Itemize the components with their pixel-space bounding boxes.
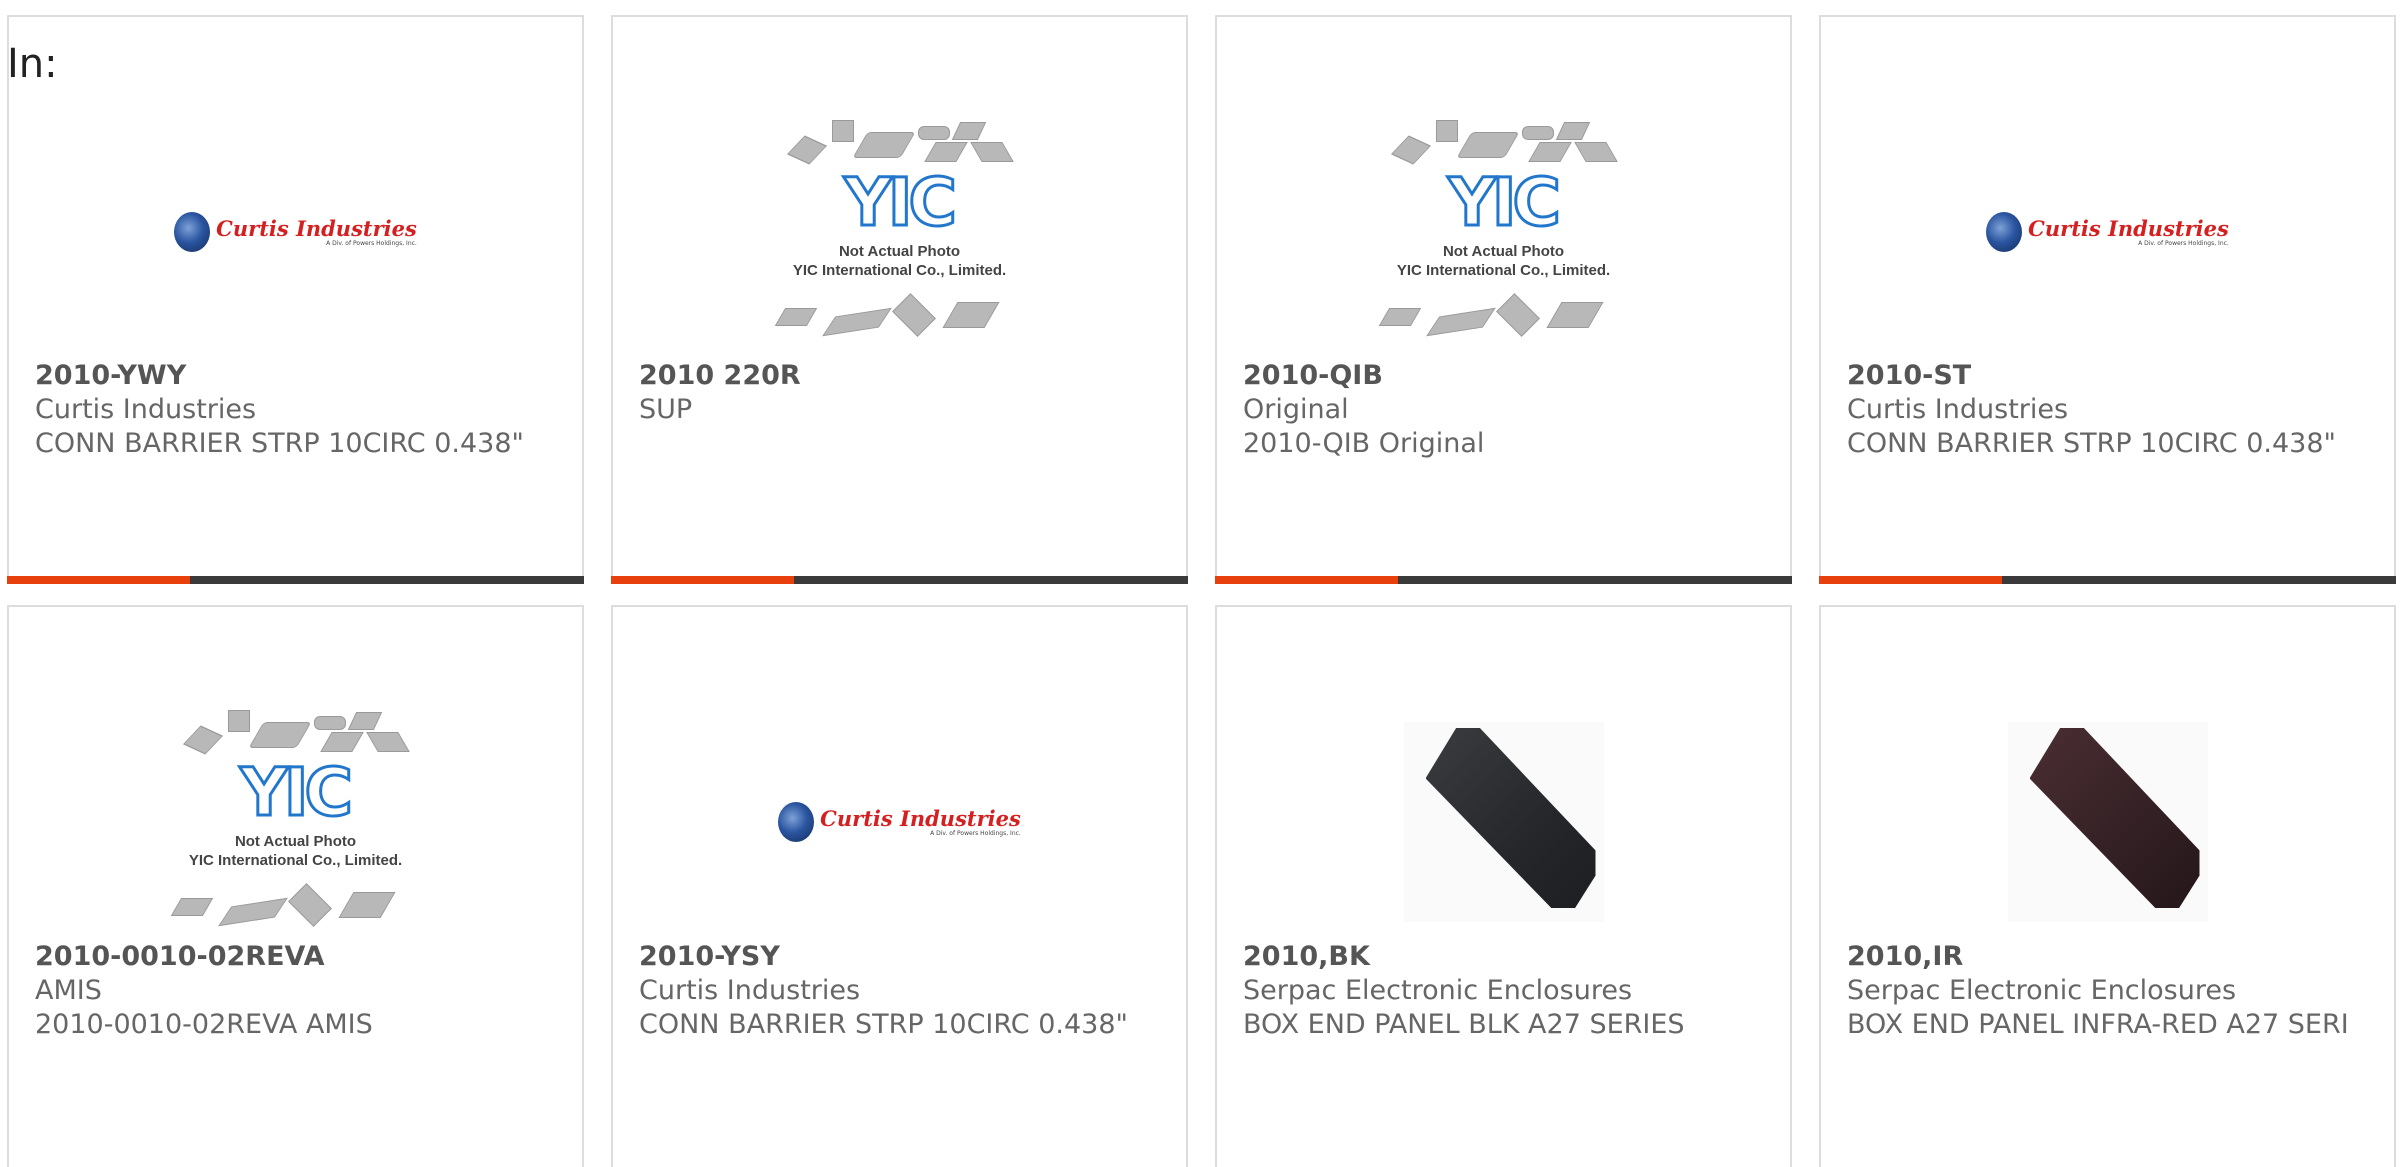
card-accent-bar (611, 576, 1188, 584)
manufacturer: SUP (639, 394, 693, 425)
manufacturer: AMIS (35, 975, 102, 1006)
globe-icon (778, 802, 815, 842)
description: 2010-QIB Original (1243, 428, 1485, 459)
end-panel-image (2007, 722, 2208, 922)
card-accent-bar (7, 576, 584, 584)
manufacturer: Curtis Industries (639, 975, 861, 1006)
product-card[interactable]: 2010,IR Serpac Electronic Enclosures BOX… (1819, 605, 2396, 1167)
description: CONN BARRIER STRP 10CIRC 0.438" (35, 428, 524, 459)
yic-placeholder-image: YIC Not Actual Photo YIC International C… (1364, 112, 1644, 352)
part-number[interactable]: 2010-YSY (639, 940, 1166, 974)
placeholder-caption-1: Not Actual Photo (838, 243, 961, 260)
placeholder-caption-2: YIC International Co., Limited. (1396, 262, 1611, 279)
product-image[interactable]: Curtis Industries A Div. of Powers Holdi… (1821, 95, 2394, 369)
part-number[interactable]: 2010-0010-02REVA (35, 940, 562, 974)
card-accent-bar (1819, 576, 2396, 584)
manufacturer: Serpac Electronic Enclosures (1847, 975, 2237, 1006)
manufacturer: Curtis Industries (1847, 394, 2069, 425)
part-number[interactable]: 2010-QIB (1243, 359, 1770, 393)
product-card[interactable]: Curtis Industries A Div. of Powers Holdi… (611, 605, 1188, 1167)
description: BOX END PANEL INFRA-RED A27 SERI (1847, 1009, 2349, 1040)
part-number[interactable]: 2010,IR (1847, 940, 2374, 974)
filter-label: In: (7, 41, 58, 87)
placeholder-caption-1: Not Actual Photo (234, 833, 357, 850)
logo-name: Curtis Industries (820, 805, 1021, 831)
curtis-industries-logo: Curtis Industries A Div. of Powers Holdi… (174, 212, 417, 252)
yic-placeholder-image: YIC Not Actual Photo YIC International C… (156, 702, 436, 942)
end-panel-image (1403, 722, 1604, 922)
part-number[interactable]: 2010-YWY (35, 359, 562, 393)
product-image[interactable] (1217, 685, 1790, 959)
product-image[interactable]: YIC Not Actual Photo YIC International C… (613, 95, 1186, 369)
product-image[interactable]: YIC Not Actual Photo YIC International C… (1217, 95, 1790, 369)
logo-name: Curtis Industries (216, 215, 417, 241)
curtis-industries-logo: Curtis Industries A Div. of Powers Holdi… (778, 802, 1021, 842)
card-accent-bar (1215, 576, 1792, 584)
description: CONN BARRIER STRP 10CIRC 0.438" (639, 1009, 1128, 1040)
manufacturer: Serpac Electronic Enclosures (1243, 975, 1633, 1006)
curtis-industries-logo: Curtis Industries A Div. of Powers Holdi… (1986, 212, 2229, 252)
product-card[interactable]: YIC Not Actual Photo YIC International C… (7, 605, 584, 1167)
description: BOX END PANEL BLK A27 SERIES (1243, 1009, 1685, 1040)
manufacturer: Curtis Industries (35, 394, 257, 425)
yic-placeholder-image: YIC Not Actual Photo YIC International C… (760, 112, 1040, 352)
logo-tagline: A Div. of Powers Holdings, Inc. (326, 239, 417, 247)
placeholder-caption-2: YIC International Co., Limited. (792, 262, 1007, 279)
yic-logo: YIC (843, 164, 959, 241)
product-card[interactable]: YIC Not Actual Photo YIC International C… (611, 15, 1188, 584)
description: CONN BARRIER STRP 10CIRC 0.438" (1847, 428, 2336, 459)
logo-tagline: A Div. of Powers Holdings, Inc. (930, 829, 1021, 837)
yic-logo: YIC (1447, 164, 1563, 241)
part-number[interactable]: 2010 220R (639, 359, 1166, 393)
product-card[interactable]: Curtis Industries A Div. of Powers Holdi… (7, 15, 584, 584)
placeholder-caption-1: Not Actual Photo (1442, 243, 1565, 260)
globe-icon (174, 212, 211, 252)
part-number[interactable]: 2010-ST (1847, 359, 2374, 393)
product-card[interactable]: YIC Not Actual Photo YIC International C… (1215, 15, 1792, 584)
logo-name: Curtis Industries (2028, 215, 2229, 241)
yic-logo: YIC (239, 754, 355, 831)
product-image[interactable]: Curtis Industries A Div. of Powers Holdi… (613, 685, 1186, 959)
manufacturer: Original (1243, 394, 1349, 425)
globe-icon (1986, 212, 2023, 252)
product-image[interactable]: YIC Not Actual Photo YIC International C… (9, 685, 582, 959)
part-number[interactable]: 2010,BK (1243, 940, 1770, 974)
description: 2010-0010-02REVA AMIS (35, 1009, 373, 1040)
placeholder-caption-2: YIC International Co., Limited. (188, 852, 403, 869)
product-card[interactable]: 2010,BK Serpac Electronic Enclosures BOX… (1215, 605, 1792, 1167)
product-image[interactable]: Curtis Industries A Div. of Powers Holdi… (9, 95, 582, 369)
product-image[interactable] (1821, 685, 2394, 959)
logo-tagline: A Div. of Powers Holdings, Inc. (2138, 239, 2229, 247)
product-card[interactable]: Curtis Industries A Div. of Powers Holdi… (1819, 15, 2396, 584)
